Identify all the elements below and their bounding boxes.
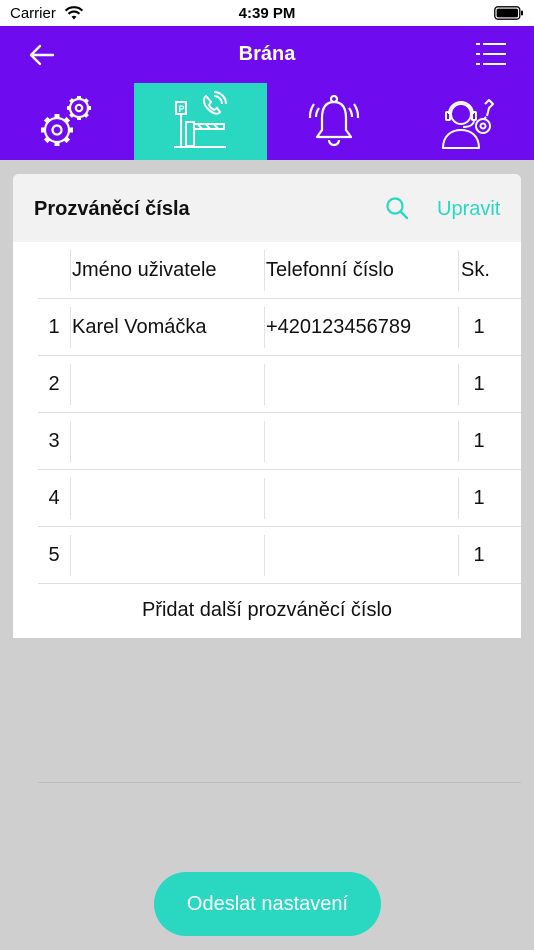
row-user-name (71, 470, 72, 527)
tab-bar: P (0, 83, 534, 160)
col-name-header: Jméno uživatele (72, 259, 217, 281)
row-number: 3 (48, 430, 60, 452)
row-user-name (71, 356, 72, 413)
ring-numbers-table: Jméno uživatele Telefonní číslo Sk. 1 Ka… (38, 242, 521, 584)
tab-service[interactable] (401, 83, 534, 160)
card-header: Prozváněcí čísla Upravit (13, 174, 521, 242)
row-phone-number (265, 413, 266, 470)
row-user-name: Karel Vomáčka (72, 316, 207, 338)
row-user-name (71, 527, 72, 584)
row-phone-number (265, 470, 266, 527)
support-technician-icon (442, 98, 495, 149)
tab-alarm[interactable] (267, 83, 401, 160)
send-settings-button[interactable]: Odeslat nastavení (154, 872, 381, 936)
row-group: 1 (473, 430, 485, 452)
parking-gate-phone-icon: P (174, 90, 228, 148)
table-row[interactable]: 1 Karel Vomáčka +420123456789 1 (38, 299, 521, 356)
add-ring-number-button[interactable]: Přidat další prozváněcí číslo (13, 582, 521, 638)
table-row[interactable]: 2 1 (38, 356, 521, 413)
row-number: 5 (48, 544, 60, 566)
divider (38, 782, 521, 783)
row-group: 1 (473, 487, 485, 509)
col-number-header (38, 242, 70, 299)
edit-button[interactable]: Upravit (437, 198, 500, 221)
row-number: 4 (48, 487, 60, 509)
row-group: 1 (473, 544, 485, 566)
status-bar: Carrier 4:39 PM (0, 0, 534, 26)
row-phone-number (265, 356, 266, 413)
table-header-row: Jméno uživatele Telefonní číslo Sk. (38, 242, 521, 299)
status-time: 4:39 PM (238, 5, 296, 22)
table-row[interactable]: 3 1 (38, 413, 521, 470)
svg-text:P: P (179, 104, 185, 114)
nav-bar: Brána (0, 26, 534, 83)
alarm-bell-icon (308, 94, 359, 146)
tab-gate-phone[interactable]: P (133, 83, 267, 160)
row-phone-number: +420123456789 (266, 316, 412, 338)
table-row[interactable]: 5 1 (38, 527, 521, 584)
row-group: 1 (473, 373, 485, 395)
col-group-header: Sk. (461, 259, 490, 281)
row-number: 1 (48, 316, 60, 338)
card-title: Prozváněcí čísla (34, 198, 190, 220)
search-icon[interactable] (385, 196, 409, 220)
row-group: 1 (473, 316, 485, 338)
gears-icon (40, 95, 91, 146)
tab-general-settings[interactable] (0, 83, 134, 160)
row-number: 2 (48, 373, 60, 395)
row-user-name (71, 413, 72, 470)
col-phone-header: Telefonní číslo (266, 259, 394, 281)
list-icon[interactable] (476, 41, 506, 67)
page-title: Brána (238, 43, 296, 65)
battery-icon (494, 6, 523, 20)
table-row[interactable]: 4 1 (38, 470, 521, 527)
row-phone-number (265, 527, 266, 584)
ring-numbers-card: Prozváněcí čísla Upravit Jméno uživatele… (13, 174, 521, 638)
